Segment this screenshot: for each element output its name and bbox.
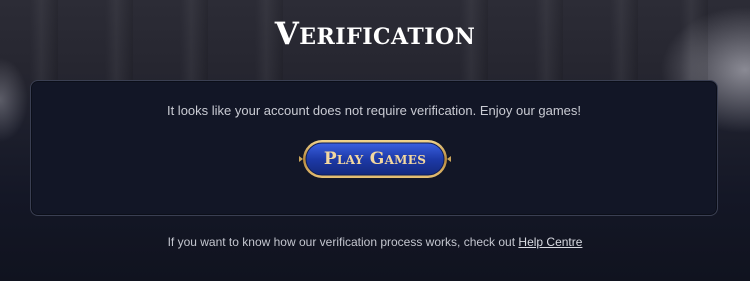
- verification-message: It looks like your account does not requ…: [166, 103, 582, 118]
- footer-text: If you want to know how our verification…: [167, 235, 516, 249]
- page-title: Verification: [274, 16, 476, 52]
- footer-help-text: If you want to know how our verification…: [0, 235, 750, 249]
- play-games-button[interactable]: Play Games: [299, 137, 451, 181]
- help-centre-link[interactable]: Help Centre: [518, 235, 582, 249]
- play-games-button-label[interactable]: Play Games: [299, 137, 451, 181]
- verification-card: It looks like your account does not requ…: [30, 80, 718, 216]
